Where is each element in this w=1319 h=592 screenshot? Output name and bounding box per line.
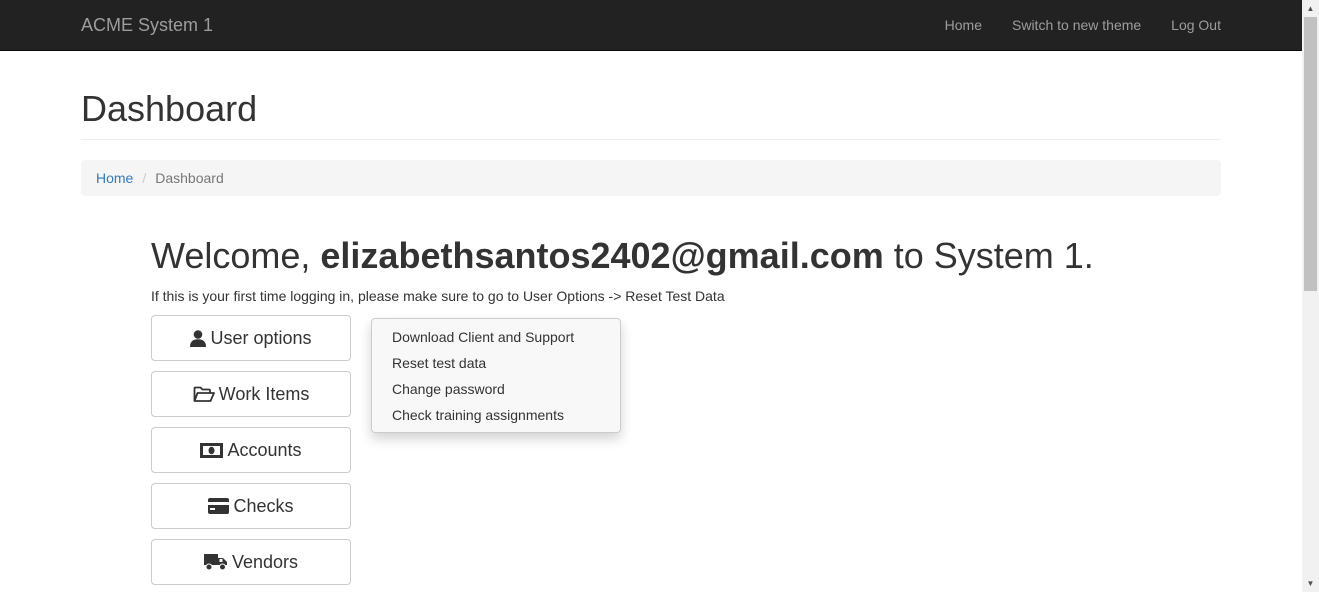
nav-links: Home Switch to new theme Log Out [915,0,1221,50]
top-navbar: ACME System 1 Home Switch to new theme L… [0,0,1302,51]
welcome-heading: Welcome, elizabethsantos2402@gmail.com t… [151,234,1094,278]
scroll-up-icon[interactable]: ▲ [1302,0,1319,17]
accounts-label: Accounts [227,439,302,460]
dropdown-change-password[interactable]: Change password [372,377,620,403]
work-items-label: Work Items [218,383,310,404]
work-items-button[interactable]: Work Items [151,371,351,417]
brand-title[interactable]: ACME System 1 [81,14,213,36]
welcome-username: elizabethsantos2402@gmail.com [320,235,884,276]
welcome-prefix: Welcome, [151,235,311,276]
breadcrumb-separator: / [142,170,147,186]
folder-open-icon [193,386,215,403]
nav-home-link[interactable]: Home [945,15,982,35]
checks-label: Checks [233,495,294,516]
vertical-scrollbar[interactable]: ▲ ▼ [1302,0,1319,592]
dropdown-reset-test-data[interactable]: Reset test data [372,351,620,377]
money-icon [200,442,224,458]
scrollbar-thumb[interactable] [1304,17,1317,291]
accounts-button[interactable]: Accounts [151,427,351,473]
breadcrumb: Home / Dashboard [81,160,1221,196]
nav-logout-link[interactable]: Log Out [1171,15,1221,35]
breadcrumb-home-link[interactable]: Home [96,170,133,186]
user-options-button[interactable]: User options [151,315,351,361]
breadcrumb-current: Dashboard [155,170,224,186]
credit-card-icon [208,498,230,514]
title-divider [81,139,1221,140]
checks-button[interactable]: Checks [151,483,351,529]
vendors-button[interactable]: Vendors [151,539,351,585]
dropdown-download-client[interactable]: Download Client and Support [372,325,620,351]
user-options-label: User options [210,327,312,348]
page-title: Dashboard [81,88,258,129]
scroll-down-icon[interactable]: ▼ [1302,575,1319,592]
user-options-dropdown: Download Client and Support Reset test d… [371,318,621,433]
dropdown-check-training[interactable]: Check training assignments [372,403,620,429]
nav-switch-theme-link[interactable]: Switch to new theme [1012,15,1141,35]
user-icon [190,329,207,347]
first-login-hint: If this is your first time logging in, p… [151,288,725,304]
welcome-suffix: to System 1. [893,235,1094,276]
vendors-label: Vendors [231,551,299,572]
truck-icon [203,553,228,571]
